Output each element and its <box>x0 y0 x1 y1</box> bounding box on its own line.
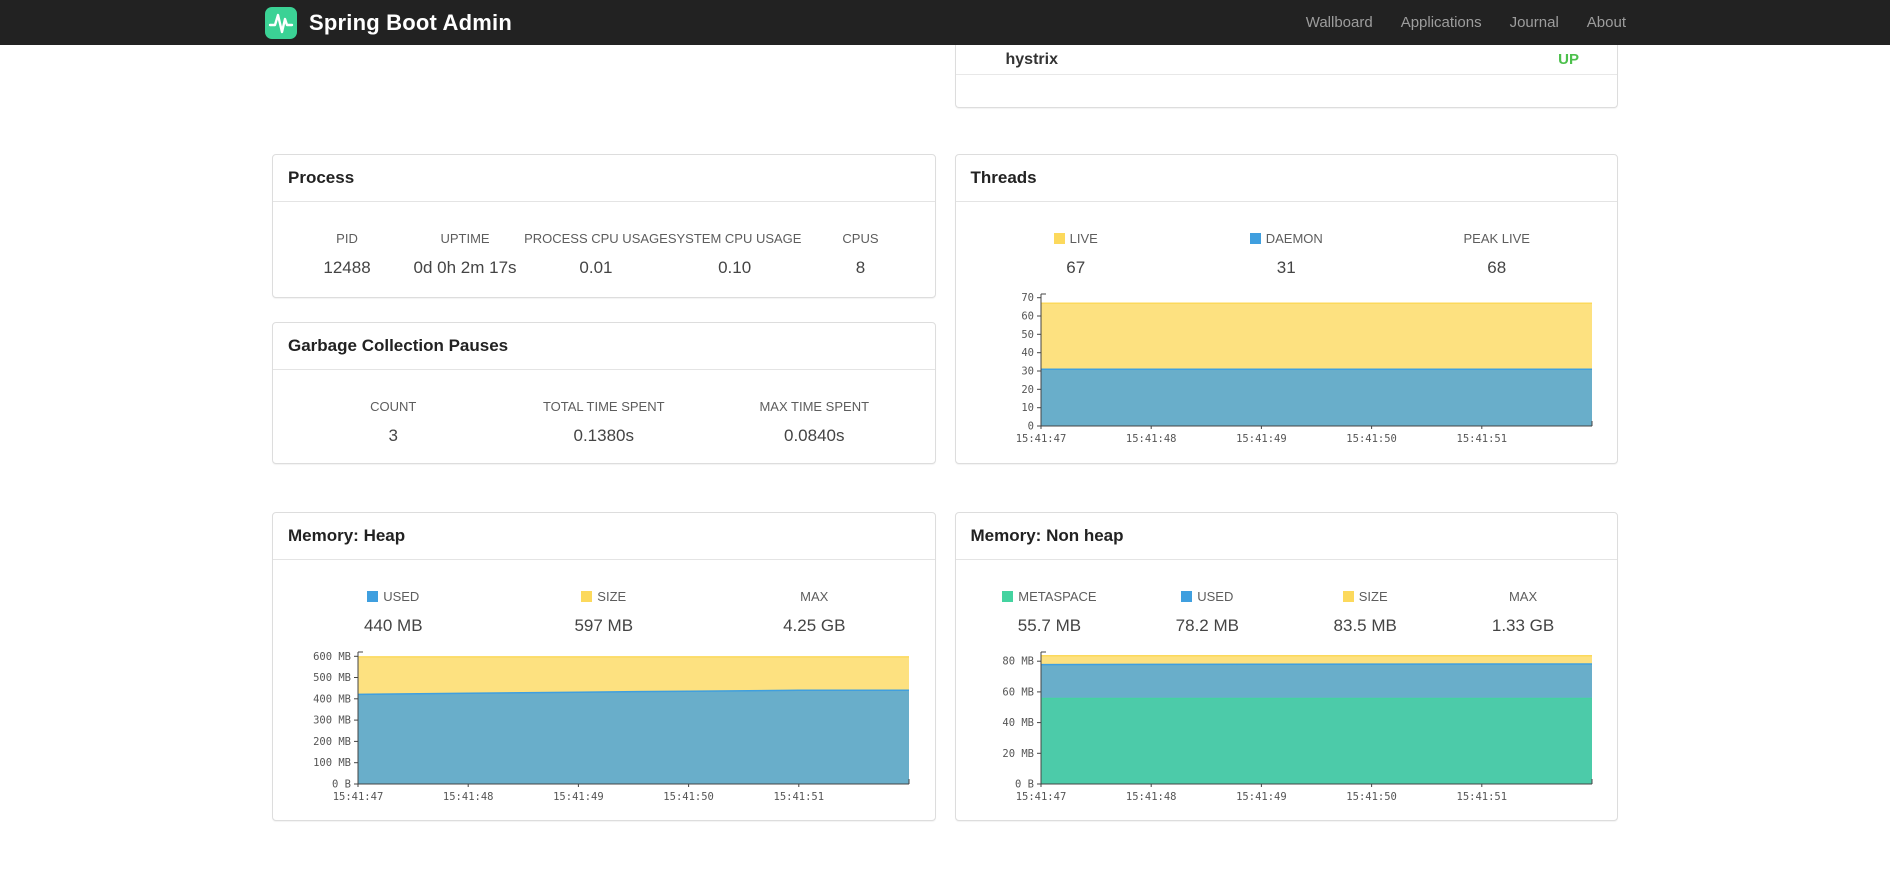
svg-text:15:41:47: 15:41:47 <box>333 791 384 803</box>
svg-text:20: 20 <box>1021 384 1034 396</box>
svg-text:30: 30 <box>1021 366 1034 378</box>
status-badge: UP <box>1558 51 1579 68</box>
gc-metrics: COUNT 3 TOTAL TIME SPENT 0.1380s MAX TIM… <box>288 399 920 446</box>
metric-nonheap-size: SIZE 83.5 MB <box>1333 589 1397 635</box>
svg-text:15:41:47: 15:41:47 <box>1015 433 1066 445</box>
metric-threads-live: LIVE 67 <box>971 231 1182 278</box>
svg-text:400 MB: 400 MB <box>313 693 351 705</box>
metric-gc-count: COUNT 3 <box>370 399 417 445</box>
svg-text:0 B: 0 B <box>1015 779 1034 791</box>
threads-chart: 0 10 20 30 40 50 60 70 15:41:47 15:41:48 15:41:49 1… <box>971 286 1603 448</box>
svg-text:15:41:51: 15:41:51 <box>774 791 825 803</box>
svg-text:50: 50 <box>1021 329 1034 341</box>
nonheap-memory-chart: 0 B 20 MB 40 MB 60 MB 80 MB 15:41:47 15:41:48 1… <box>971 644 1603 806</box>
nonheap-card: Memory: Non heap METASPACE 55.7 MB USED … <box>954 512 1618 821</box>
gc-card: Garbage Collection Pauses COUNT 3 TOTAL … <box>272 322 936 464</box>
application-name: hystrix <box>1005 50 1058 68</box>
svg-text:15:41:48: 15:41:48 <box>1125 433 1176 445</box>
svg-text:100 MB: 100 MB <box>313 757 351 769</box>
svg-text:15:41:50: 15:41:50 <box>1346 791 1397 803</box>
metric-heap-used: USED 440 MB <box>363 589 423 635</box>
heap-card-title: Memory: Heap <box>273 513 935 560</box>
application-status-card: hystrix UP <box>954 45 1618 108</box>
metric-cpus: CPUS 8 <box>842 231 879 277</box>
nonheap-used-legend-swatch <box>1181 591 1193 602</box>
metric-process-cpu: PROCESS CPU USAGE 0.01 <box>524 231 668 277</box>
navbar-brand[interactable]: Spring Boot Admin <box>264 6 512 40</box>
svg-text:200 MB: 200 MB <box>313 736 351 748</box>
nav-item-applications[interactable]: Applications <box>1387 14 1496 31</box>
nonheap-card-title: Memory: Non heap <box>955 513 1617 560</box>
threads-card-title: Threads <box>955 155 1617 202</box>
metric-gc-max-time: MAX TIME SPENT 0.0840s <box>759 399 870 445</box>
heap-card: Memory: Heap USED 440 MB SIZE 597 MB MAX… <box>272 512 936 821</box>
svg-text:600 MB: 600 MB <box>313 651 351 663</box>
heap-metrics: USED 440 MB SIZE 597 MB MAX 4.25 GB <box>288 589 920 636</box>
brand-title: Spring Boot Admin <box>309 9 513 35</box>
brand-logo-icon <box>264 6 298 40</box>
heap-size-legend-swatch <box>581 591 593 602</box>
navbar-links: Wallboard Applications Journal About <box>1292 14 1626 31</box>
svg-text:15:41:50: 15:41:50 <box>663 791 714 803</box>
nonheap-size-legend-swatch <box>1342 591 1354 602</box>
svg-text:15:41:49: 15:41:49 <box>553 791 604 803</box>
metric-heap-size: SIZE 597 MB <box>574 589 634 635</box>
process-card: Process PID 12488 UPTIME 0d 0h 2m 17s PR… <box>272 154 936 298</box>
metric-metaspace: METASPACE 55.7 MB <box>971 589 1129 636</box>
heap-memory-chart: 0 B 100 MB 200 MB 300 MB 400 MB 500 MB 600 MB 1… <box>288 644 920 806</box>
svg-text:80 MB: 80 MB <box>1002 656 1034 668</box>
metric-nonheap-max: MAX 1.33 GB <box>1491 589 1555 635</box>
metric-heap-max: MAX 4.25 GB <box>783 589 846 635</box>
svg-text:70: 70 <box>1021 292 1034 304</box>
svg-text:60 MB: 60 MB <box>1002 686 1034 698</box>
svg-text:300 MB: 300 MB <box>313 715 351 727</box>
svg-text:15:41:48: 15:41:48 <box>443 791 494 803</box>
svg-text:15:41:51: 15:41:51 <box>1456 791 1507 803</box>
threads-card: Threads LIVE 67 DAEMON 31 PEAK LIVE 68 0… <box>954 154 1618 464</box>
svg-text:40: 40 <box>1021 347 1034 359</box>
metric-uptime: UPTIME 0d 0h 2m 17s <box>413 231 517 277</box>
process-metrics: PID 12488 UPTIME 0d 0h 2m 17s PROCESS CP… <box>288 231 920 278</box>
svg-text:20 MB: 20 MB <box>1002 748 1034 760</box>
svg-text:40 MB: 40 MB <box>1002 717 1034 729</box>
metric-gc-total-time: TOTAL TIME SPENT 0.1380s <box>542 399 665 445</box>
nonheap-metrics: METASPACE 55.7 MB USED 78.2 MB SIZE 83.5… <box>971 589 1603 636</box>
daemon-legend-swatch <box>1249 233 1261 244</box>
svg-text:15:41:47: 15:41:47 <box>1015 791 1066 803</box>
application-row-hystrix[interactable]: hystrix UP <box>955 45 1617 75</box>
nav-item-journal[interactable]: Journal <box>1496 14 1573 31</box>
heap-used-legend-swatch <box>367 591 379 602</box>
process-card-title: Process <box>273 155 935 202</box>
metric-threads-daemon: DAEMON 31 <box>1181 231 1392 278</box>
svg-text:0: 0 <box>1027 421 1033 433</box>
gc-card-title: Garbage Collection Pauses <box>273 323 935 370</box>
metric-nonheap-used: USED 78.2 MB <box>1175 589 1239 635</box>
status-row-wrapper: hystrix UP <box>272 45 1618 108</box>
threads-metrics: LIVE 67 DAEMON 31 PEAK LIVE 68 <box>971 231 1603 278</box>
navbar: Spring Boot Admin Wallboard Applications… <box>0 0 1890 45</box>
svg-text:15:41:51: 15:41:51 <box>1456 433 1507 445</box>
svg-text:0 B: 0 B <box>332 779 351 791</box>
svg-text:15:41:48: 15:41:48 <box>1125 791 1176 803</box>
svg-text:15:41:50: 15:41:50 <box>1346 433 1397 445</box>
nav-item-about[interactable]: About <box>1573 14 1626 31</box>
metric-system-cpu: SYSTEM CPU USAGE 0.10 <box>667 231 802 277</box>
metric-pid: PID 12488 <box>323 231 371 277</box>
metaspace-legend-swatch <box>1002 591 1014 602</box>
nav-item-wallboard[interactable]: Wallboard <box>1292 14 1387 31</box>
svg-text:15:41:49: 15:41:49 <box>1236 791 1287 803</box>
svg-text:500 MB: 500 MB <box>313 672 351 684</box>
svg-text:60: 60 <box>1021 311 1034 323</box>
svg-text:10: 10 <box>1021 402 1034 414</box>
live-legend-swatch <box>1053 233 1065 244</box>
svg-text:15:41:49: 15:41:49 <box>1236 433 1287 445</box>
metric-threads-peak: PEAK LIVE 68 <box>1463 231 1530 277</box>
